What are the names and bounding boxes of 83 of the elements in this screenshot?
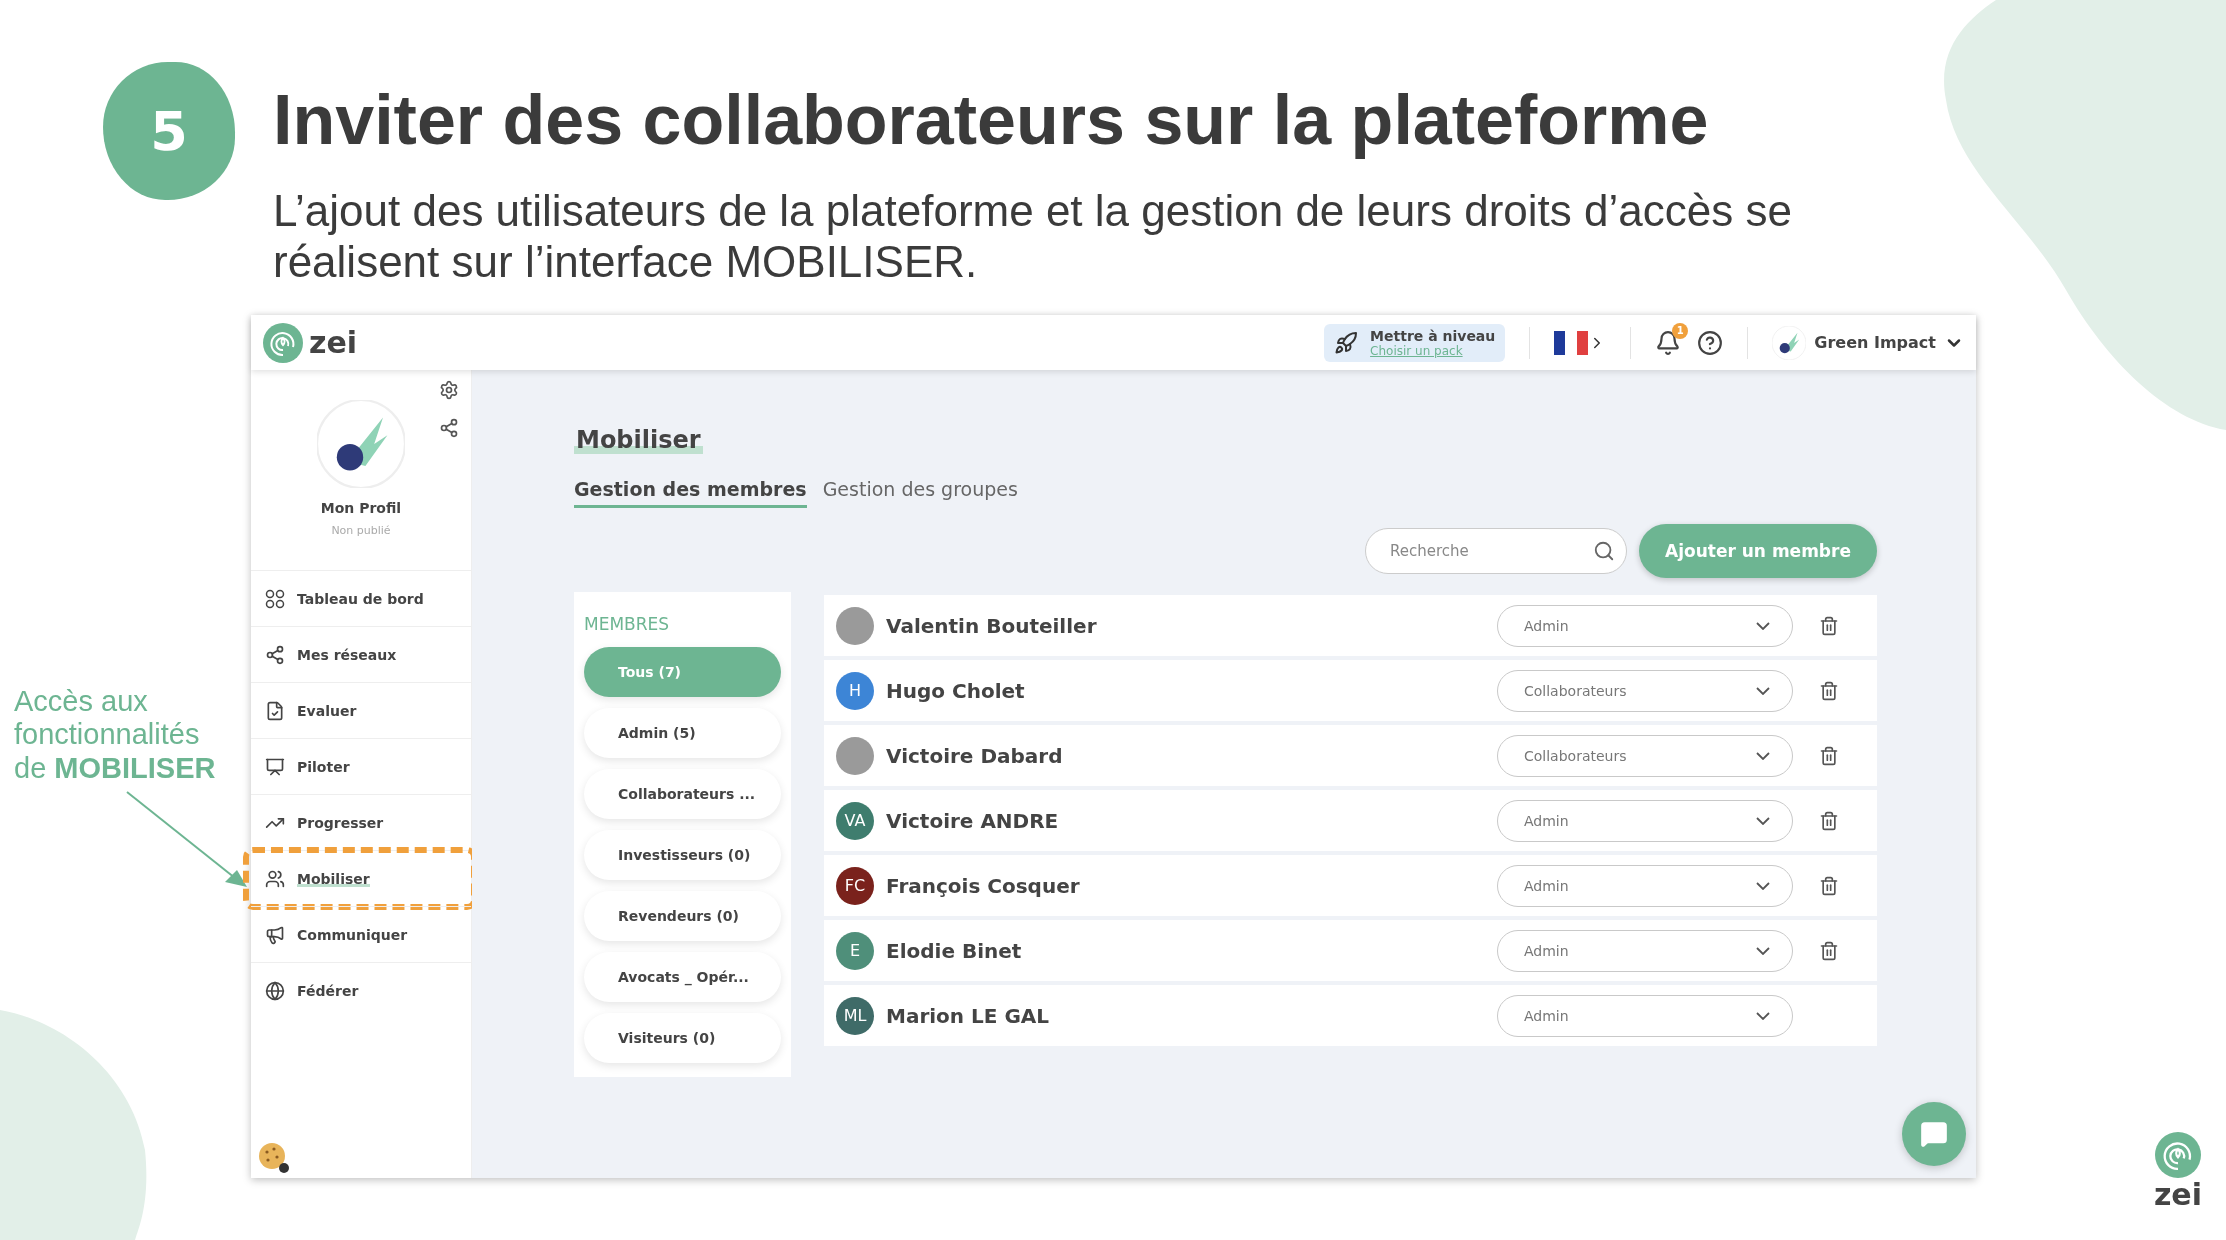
- slide-title: Inviter des collaborateurs sur la plateforme: [273, 80, 1710, 160]
- groups-title: MEMBRES: [584, 614, 671, 634]
- chevron-down-icon: [1756, 946, 1770, 955]
- role-select[interactable]: Admin: [1497, 604, 1793, 647]
- chevron-down-icon: [1756, 751, 1770, 760]
- document-icon: [265, 700, 285, 721]
- monitor-chart-icon: [265, 756, 285, 777]
- search-field[interactable]: Recherche: [1365, 528, 1627, 574]
- role-select[interactable]: Admin: [1497, 799, 1793, 842]
- delete-icon[interactable]: [1819, 615, 1839, 636]
- users-icon: [265, 868, 285, 889]
- delete-icon[interactable]: [1819, 810, 1839, 831]
- upgrade-button[interactable]: Mettre à niveau Choisir un pack: [1324, 323, 1506, 362]
- initials-avatar: FC: [836, 866, 874, 905]
- upgrade-title: Mettre à niveau: [1370, 327, 1496, 344]
- group-filter[interactable]: Avocats _ Opér...: [584, 952, 781, 1002]
- photo-placeholder: [836, 736, 874, 775]
- initials-avatar: VA: [836, 801, 874, 840]
- settings-icon[interactable]: [439, 380, 459, 400]
- page-title: Mobiliser: [574, 426, 703, 454]
- nav-item[interactable]: Evaluer: [297, 702, 357, 719]
- role-select[interactable]: Collaborateurs: [1497, 669, 1793, 712]
- tab[interactable]: Gestion des groupes: [822, 478, 1018, 508]
- globe-icon: [265, 980, 285, 1001]
- slide-subtitle: L’ajout des utilisateurs de la plateforme et la gestion de leurs droits d’accès se réalisent sur l’interface MOBILISER.: [273, 186, 1793, 288]
- nav-item[interactable]: Fédérer: [297, 982, 359, 999]
- grid-icon: [265, 588, 285, 609]
- group-filter[interactable]: Investisseurs (0): [584, 830, 781, 880]
- nav-item[interactable]: Mes réseaux: [297, 646, 397, 663]
- rocket-icon: [1334, 330, 1359, 355]
- member-name: Hugo Cholet: [886, 678, 1026, 703]
- logo-icon: [2154, 1132, 2201, 1178]
- role-select[interactable]: Collaborateurs: [1497, 734, 1793, 777]
- role-select[interactable]: Admin: [1497, 994, 1793, 1037]
- member-name: Victoire ANDRE: [886, 808, 1060, 833]
- notification-count: 1: [1672, 322, 1689, 339]
- nav-item[interactable]: Communiquer: [297, 926, 408, 943]
- group-filter[interactable]: Visiteurs (0): [584, 1013, 781, 1063]
- member-name: François Cosquer: [886, 873, 1081, 898]
- nav-item[interactable]: Tableau de bord: [297, 590, 424, 607]
- chevron-down-icon: [1756, 686, 1770, 695]
- member-name: Valentin Bouteiller: [886, 613, 1098, 638]
- nav-item[interactable]: Piloter: [297, 758, 350, 775]
- role-select[interactable]: Admin: [1497, 929, 1793, 972]
- help-icon[interactable]: [1697, 329, 1724, 356]
- share-icon: [265, 644, 285, 665]
- initials-avatar: ML: [836, 996, 874, 1035]
- tab[interactable]: Gestion des membres: [574, 478, 807, 508]
- cookie-icon[interactable]: [257, 1140, 291, 1174]
- chevron-down-icon: [1756, 881, 1770, 890]
- delete-icon[interactable]: [1819, 745, 1839, 766]
- search-icon: [1593, 540, 1615, 562]
- step-number: 5: [103, 62, 235, 200]
- nav-item[interactable]: Progresser: [297, 814, 384, 831]
- group-filter[interactable]: Collaborateurs ...: [584, 769, 781, 819]
- nav-item[interactable]: Mobiliser: [297, 870, 370, 887]
- logo-text: zei: [309, 325, 358, 360]
- account-name[interactable]: Green Impact: [1814, 333, 1936, 352]
- flag-icon[interactable]: [1554, 330, 1589, 355]
- annotation-text: Accès aux fonctionnalités de MOBILISER: [14, 685, 217, 786]
- delete-icon[interactable]: [1819, 875, 1839, 896]
- initials-avatar: E: [836, 931, 874, 970]
- account-avatar: [1772, 325, 1807, 360]
- logo-icon: [263, 322, 303, 363]
- logo-text: zei: [2153, 1180, 2202, 1210]
- member-name: Marion LE GAL: [886, 1003, 1051, 1028]
- chevron-down-icon: [1756, 1011, 1770, 1020]
- delete-icon[interactable]: [1819, 680, 1839, 701]
- share-icon[interactable]: [439, 418, 459, 438]
- group-filter[interactable]: Admin (5): [584, 708, 781, 758]
- photo-placeholder: [836, 606, 874, 645]
- chevron-down-icon: [1756, 816, 1770, 825]
- chat-icon: [1920, 1120, 1948, 1148]
- group-filter[interactable]: Revendeurs (0): [584, 891, 781, 941]
- initials-avatar: H: [836, 671, 874, 710]
- role-select[interactable]: Admin: [1497, 864, 1793, 907]
- profile-name[interactable]: Mon Profil: [320, 500, 402, 516]
- delete-icon[interactable]: [1819, 940, 1839, 961]
- chevron-down-icon: [1756, 621, 1770, 630]
- megaphone-icon: [265, 924, 285, 945]
- profile-status: Non publié: [331, 524, 391, 537]
- member-name: Victoire Dabard: [886, 743, 1064, 768]
- member-name: Elodie Binet: [886, 938, 1023, 963]
